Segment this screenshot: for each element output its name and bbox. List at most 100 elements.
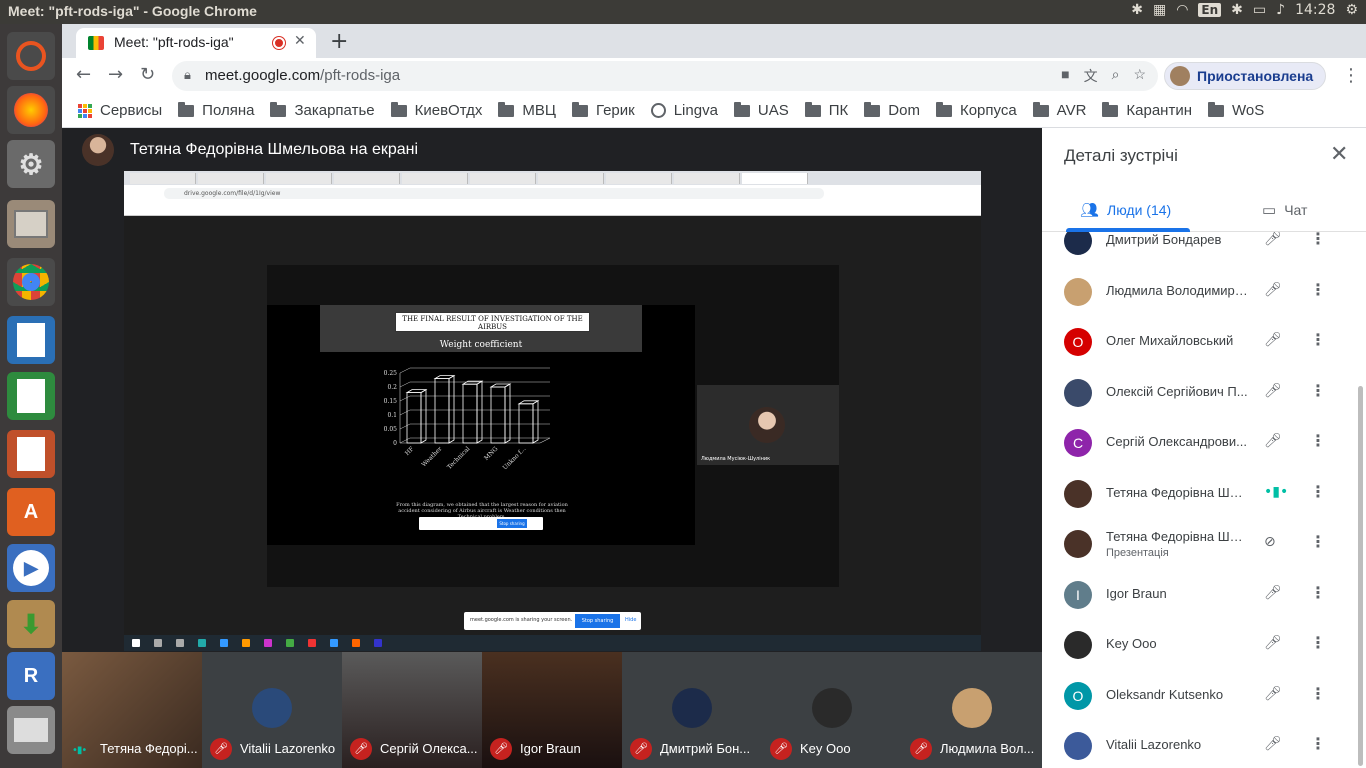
participant-row[interactable]: O Oleksandr Kutsenko 🎤︎ ⋮ (1042, 671, 1366, 721)
bluetooth-icon-2[interactable]: ✱ (1231, 2, 1243, 18)
new-tab-button[interactable]: + (330, 29, 348, 54)
keyboard-layout-indicator[interactable]: En (1198, 3, 1222, 17)
participant-row[interactable]: О Олег Михайловський 🎤︎ ⋮ (1042, 317, 1366, 367)
panel-close-icon[interactable]: ✕ (1330, 142, 1348, 167)
stop-sharing-button[interactable]: Stop sharing (575, 614, 620, 628)
bookmark-item[interactable]: КиевОтдх (390, 101, 482, 119)
participant-tile[interactable]: 🎤︎ Дмитрий Бон... (622, 652, 762, 768)
printer-icon[interactable] (7, 706, 55, 754)
chart-y-tick-label: 0.15 (384, 398, 398, 405)
libreoffice-writer-icon[interactable] (7, 316, 55, 364)
ubuntu-dash-icon[interactable] (7, 32, 55, 80)
back-button[interactable]: ← (76, 64, 91, 85)
browser-tab-meet[interactable]: Meet: "pft-rods-iga" ✕ (76, 28, 316, 58)
reload-button[interactable]: ↻ (140, 64, 155, 85)
participant-more-options-icon[interactable]: ⋮ (1310, 330, 1326, 349)
participant-row[interactable]: Тетяна Федорівна Шме... Презентація ⊘ ⋮ (1042, 519, 1366, 569)
workspaces-icon[interactable]: ▦ (1153, 2, 1166, 18)
tab-chat[interactable]: ▭ Чат (1262, 201, 1307, 219)
bluetooth-icon[interactable]: ✱ (1131, 2, 1143, 18)
bookmark-item[interactable]: Герик (571, 101, 635, 119)
bookmark-item[interactable]: Lingva (650, 102, 718, 119)
participant-more-options-icon[interactable]: ⋮ (1310, 583, 1326, 602)
software-center-icon[interactable]: A (7, 488, 55, 536)
participant-row[interactable]: I Igor Braun 🎤︎ ⋮ (1042, 570, 1366, 620)
participant-row[interactable]: Vitalii Lazorenko 🎤︎ ⋮ (1042, 721, 1366, 768)
tab-close-icon[interactable]: ✕ (294, 33, 306, 49)
settings-gear-icon[interactable]: ⚙ (1345, 2, 1358, 18)
participant-row[interactable]: Тетяна Федорівна Шме... •▮• ⋮ (1042, 469, 1366, 519)
participant-avatar (252, 688, 292, 728)
lock-icon[interactable]: 🔒︎ (184, 67, 191, 83)
bookmark-item[interactable]: Закарпатье (270, 101, 375, 119)
bookmark-item[interactable]: ПК (804, 101, 848, 119)
participant-more-options-icon[interactable]: ⋮ (1310, 431, 1326, 450)
hide-sharing-bar-button[interactable]: Hide (625, 617, 636, 623)
zoom-icon[interactable]: ⌕ (1112, 66, 1120, 86)
bookmark-item[interactable]: Карантин (1102, 101, 1192, 119)
bookmark-item[interactable]: Поляна (178, 101, 254, 119)
chart-gridline-side (399, 381, 411, 388)
chart-bar-side (476, 380, 483, 444)
participant-more-options-icon[interactable]: ⋮ (1310, 633, 1326, 652)
bookmark-item[interactable]: МВЦ (498, 101, 556, 119)
translate-icon[interactable]: 文 (1084, 66, 1098, 86)
shared-screen[interactable]: drive.google.com/file/d/1Ig/view THE FIN… (124, 171, 981, 651)
folder-icon (390, 101, 407, 117)
participant-more-options-icon[interactable]: ⋮ (1310, 684, 1326, 703)
bookmark-star-icon[interactable]: ☆ (1133, 66, 1146, 86)
media-player-icon[interactable]: ▶ (7, 544, 55, 592)
participant-row[interactable]: Дмитрий Бондарев 🎤︎ ⋮ (1042, 232, 1366, 266)
participant-row[interactable]: С Сергій Олександрови... 🎤︎ ⋮ (1042, 418, 1366, 468)
participant-more-options-icon[interactable]: ⋮ (1310, 232, 1326, 248)
participant-more-options-icon[interactable]: ⋮ (1310, 482, 1326, 501)
volume-icon[interactable]: ♪ (1276, 2, 1285, 18)
r-language-icon[interactable]: R (7, 652, 55, 700)
participant-avatar (952, 688, 992, 728)
bookmark-item[interactable]: UAS (733, 101, 789, 119)
firefox-icon[interactable] (7, 86, 55, 134)
people-list-scrollbar[interactable] (1358, 386, 1363, 766)
browser-menu-icon[interactable]: ⋮ (1342, 65, 1360, 86)
files-icon[interactable] (7, 200, 55, 248)
participant-name: Дмитрий Бон... (660, 741, 751, 756)
speaking-indicator-icon: •▮• (72, 745, 87, 756)
libreoffice-impress-icon[interactable] (7, 430, 55, 478)
wifi-icon[interactable]: ◠ (1176, 2, 1188, 18)
participant-tile[interactable]: 🎤︎ Igor Braun (482, 652, 622, 768)
participant-tile[interactable]: 🎤︎ Людмила Вол... (902, 652, 1042, 768)
participant-tile[interactable]: 🎤︎ Key Ooo (762, 652, 902, 768)
folder-icon (733, 101, 750, 117)
chrome-icon[interactable] (7, 258, 55, 306)
address-bar[interactable]: 🔒︎ meet.google.com/pft-rods-iga ■ 文 ⌕ ☆ (172, 61, 1158, 91)
tab-people[interactable]: 👥︎ Люди (14) (1080, 201, 1171, 219)
participant-row[interactable]: Key Ooo 🎤︎ ⋮ (1042, 620, 1366, 670)
folder-icon (178, 101, 195, 117)
audio-off-icon: ⊘ (1264, 534, 1276, 550)
forward-button[interactable]: → (108, 64, 123, 85)
bookmark-item[interactable]: AVR (1032, 101, 1086, 119)
participant-more-options-icon[interactable]: ⋮ (1310, 532, 1326, 551)
participant-more-options-icon[interactable]: ⋮ (1310, 280, 1326, 299)
bookmark-item[interactable]: WoS (1208, 101, 1264, 119)
participant-tile[interactable]: •▮• Тетяна Федорі... (62, 652, 202, 768)
participant-row[interactable]: Людмила Володимирі... 🎤︎ ⋮ (1042, 267, 1366, 317)
taskbar-app-icon (286, 639, 294, 647)
system-settings-icon[interactable]: ⚙ (7, 140, 55, 188)
archive-manager-icon[interactable]: ⬇ (7, 600, 55, 648)
bookmark-item[interactable]: Сервисы (78, 102, 162, 119)
bookmark-item[interactable]: Dom (864, 101, 920, 119)
camera-in-use-icon[interactable]: ■ (1061, 66, 1069, 86)
bookmark-item[interactable]: Корпуса (935, 101, 1017, 119)
participant-tile[interactable]: 🎤︎ Сергій Олекса... (342, 652, 482, 768)
participant-row[interactable]: Олексій Сергійович П... 🎤︎ ⋮ (1042, 368, 1366, 418)
participant-more-options-icon[interactable]: ⋮ (1310, 734, 1326, 753)
clock[interactable]: 14:28 (1295, 2, 1335, 18)
battery-icon[interactable]: ▭ (1253, 2, 1266, 18)
participant-name: Дмитрий Бондарев (1106, 232, 1222, 247)
participant-more-options-icon[interactable]: ⋮ (1310, 381, 1326, 400)
profile-button[interactable]: Приостановлена (1164, 62, 1326, 90)
participant-tile[interactable]: 🎤︎ Vitalii Lazorenko (202, 652, 342, 768)
libreoffice-calc-icon[interactable] (7, 372, 55, 420)
participant-name: Олексій Сергійович П... (1106, 383, 1248, 399)
